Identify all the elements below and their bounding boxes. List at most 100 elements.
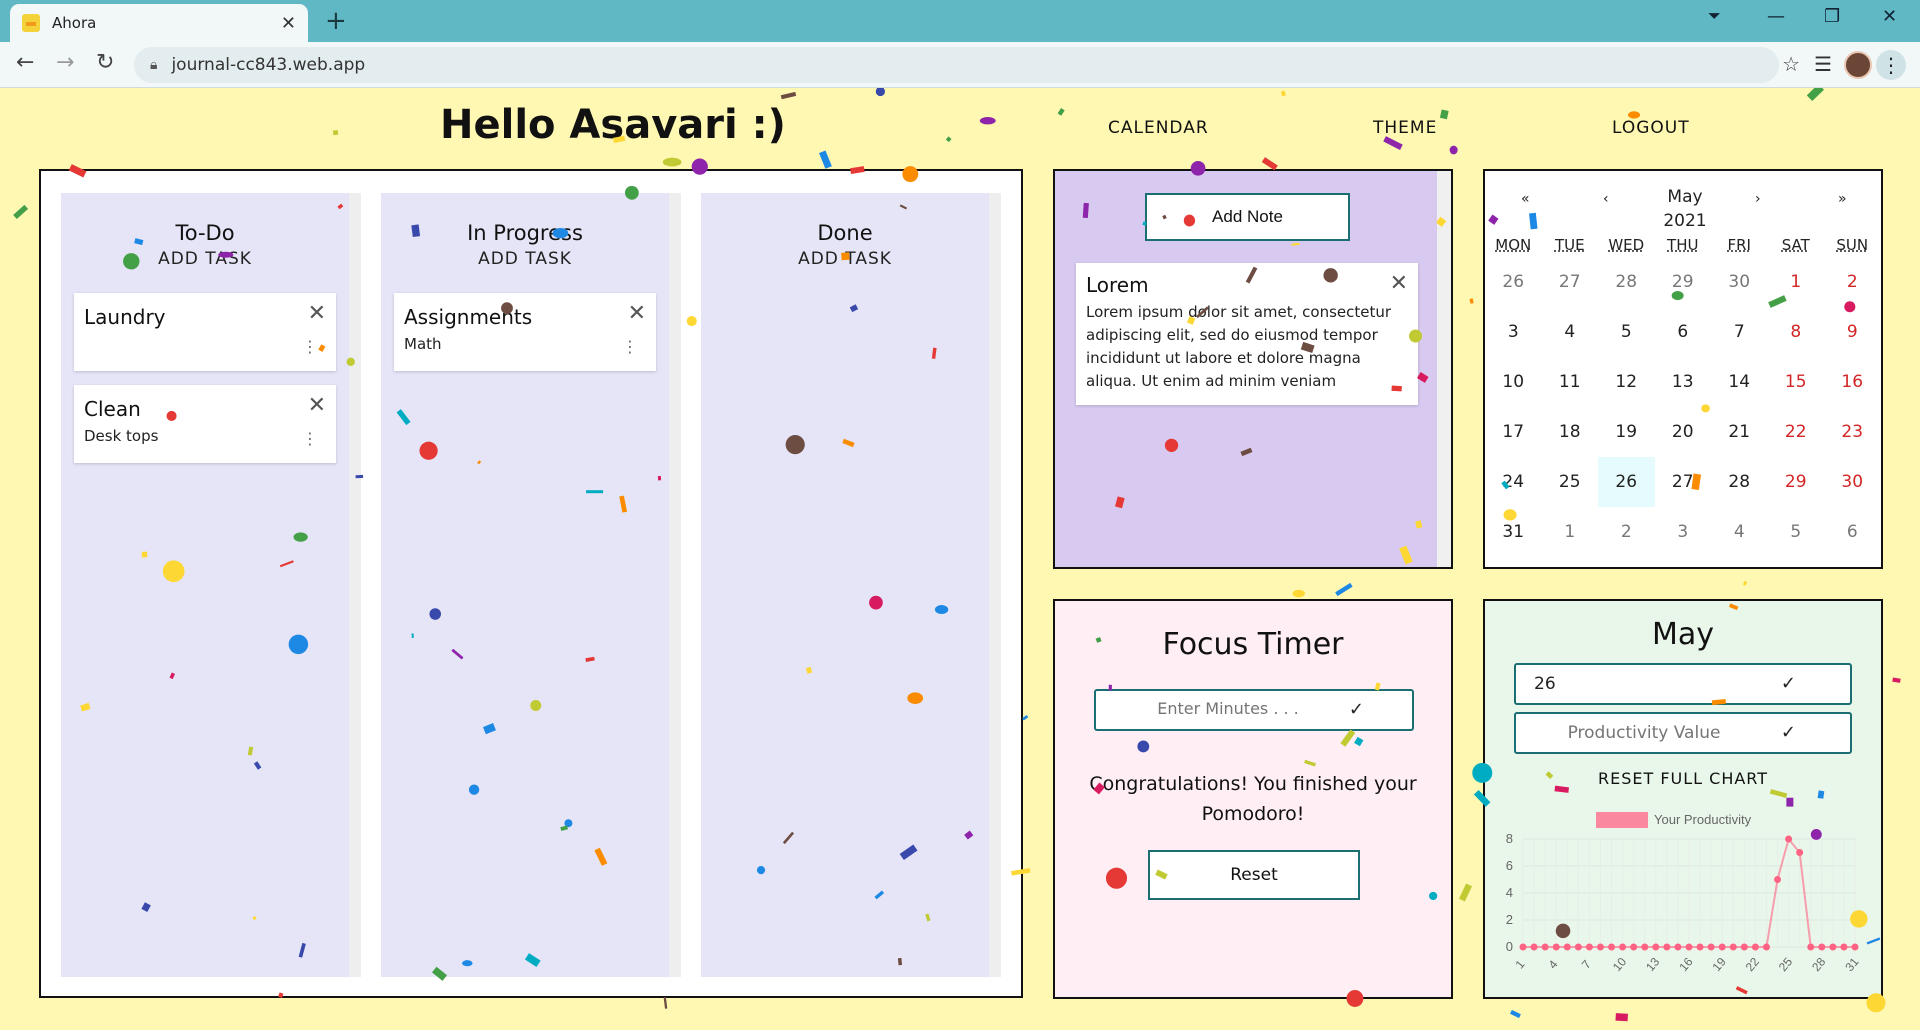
calendar-day[interactable]: 29 [1768, 457, 1825, 507]
url-text: journal-cc843.web.app [171, 55, 366, 75]
column-scrollbar[interactable] [989, 193, 1001, 977]
calendar-day[interactable]: 7 [1711, 307, 1768, 357]
nav-theme-link[interactable]: THEME [1373, 118, 1437, 138]
calendar-day[interactable]: 27 [1655, 457, 1712, 507]
add-task-button[interactable]: ADD TASK [61, 249, 349, 269]
calendar-day[interactable]: 30 [1711, 257, 1768, 307]
calendar-day[interactable]: 4 [1542, 307, 1599, 357]
calendar-month-label[interactable]: May 2021 [1645, 185, 1725, 233]
nav-logout-link[interactable]: LOGOUT [1612, 118, 1690, 138]
calendar-day[interactable]: 9 [1824, 307, 1881, 357]
calendar-day[interactable]: 29 [1655, 257, 1712, 307]
calendar-day[interactable]: 2 [1824, 257, 1881, 307]
forward-icon[interactable]: → [56, 50, 74, 75]
calendar-day[interactable]: 22 [1768, 407, 1825, 457]
delete-task-icon[interactable]: ✕ [628, 301, 646, 326]
calendar-day[interactable]: 1 [1542, 507, 1599, 557]
column-scrollbar[interactable] [669, 193, 681, 977]
task-menu-icon[interactable]: ⋮ [622, 337, 638, 356]
calendar-day[interactable]: 6 [1824, 507, 1881, 557]
prev-year-button[interactable]: « [1521, 191, 1530, 207]
calendar-day[interactable]: 24 [1485, 457, 1542, 507]
bookmark-star-icon[interactable]: ☆ [1782, 52, 1800, 76]
calendar-day[interactable]: 17 [1485, 407, 1542, 457]
submit-minutes-check-icon[interactable]: ✓ [1349, 699, 1364, 720]
reload-icon[interactable]: ↻ [96, 50, 114, 75]
reset-timer-button[interactable]: Reset [1148, 850, 1360, 900]
calendar-day[interactable]: 2 [1598, 507, 1655, 557]
y-tick-label: 4 [1506, 885, 1513, 900]
calendar-day[interactable]: 26 [1485, 257, 1542, 307]
tab-search-icon[interactable]: ⏷ [1708, 6, 1721, 26]
calendar-grid: MON TUE WED THU FRI SAT SUN 26 27 28 29 30 1 2 3 4 5 6 7 8 9… [1485, 233, 1881, 557]
reading-list-icon[interactable]: ☰ [1814, 52, 1832, 76]
calendar-day[interactable]: 3 [1485, 307, 1542, 357]
data-point [1519, 943, 1527, 951]
calendar-day[interactable]: 20 [1655, 407, 1712, 457]
calendar-day[interactable]: 1 [1768, 257, 1825, 307]
back-icon[interactable]: ← [16, 50, 34, 75]
x-tick-label: 16 [1676, 955, 1696, 974]
add-note-button[interactable]: Add Note [1145, 193, 1350, 241]
next-year-button[interactable]: » [1838, 191, 1847, 207]
nav-calendar-link[interactable]: CALENDAR [1108, 118, 1209, 138]
y-tick-label: 8 [1506, 831, 1513, 846]
calendar-day[interactable]: 6 [1655, 307, 1712, 357]
calendar-day[interactable]: 15 [1768, 357, 1825, 407]
next-month-button[interactable]: › [1755, 191, 1761, 207]
task-card[interactable]: Clean Desk tops ✕ ⋮ [74, 385, 336, 463]
prev-month-button[interactable]: ‹ [1603, 191, 1609, 207]
calendar-day[interactable]: 23 [1824, 407, 1881, 457]
address-bar[interactable]: 🔒︎ journal-cc843.web.app [134, 47, 1779, 83]
task-card[interactable]: Laundry ✕ ⋮ [74, 293, 336, 371]
task-menu-icon[interactable]: ⋮ [302, 337, 318, 356]
confetti-piece [1459, 883, 1472, 902]
notes-scrollbar[interactable] [1437, 171, 1451, 567]
calendar-day[interactable]: 27 [1542, 257, 1599, 307]
browser-menu-icon[interactable]: ⋮ [1876, 50, 1906, 80]
productivity-chart: Your Productivity 0 2 4 6 8 1 4 7 10 13 16 19 22 25 28 3… [1506, 812, 1862, 974]
calendar-day[interactable]: 8 [1768, 307, 1825, 357]
restore-button[interactable]: ❐ [1824, 6, 1840, 27]
calendar-day[interactable]: 18 [1542, 407, 1599, 457]
minutes-input[interactable] [1108, 699, 1348, 718]
calendar-day[interactable]: 28 [1711, 457, 1768, 507]
column-done: Done ADD TASK [701, 193, 1001, 977]
profile-avatar[interactable] [1844, 51, 1872, 79]
calendar-day[interactable]: 10 [1485, 357, 1542, 407]
task-menu-icon[interactable]: ⋮ [302, 429, 318, 448]
greeting-heading: Hello Asavari :) [440, 102, 786, 148]
calendar-day[interactable]: 11 [1542, 357, 1599, 407]
delete-note-icon[interactable]: ✕ [1390, 271, 1408, 296]
browser-tab[interactable]: Ahora ✕ [10, 4, 308, 42]
calendar-day[interactable]: 21 [1711, 407, 1768, 457]
calendar-day[interactable]: 26 [1598, 457, 1655, 507]
minimize-button[interactable]: — [1767, 6, 1785, 27]
calendar-day[interactable]: 14 [1711, 357, 1768, 407]
delete-task-icon[interactable]: ✕ [308, 301, 326, 326]
calendar-day[interactable]: 16 [1824, 357, 1881, 407]
calendar-day[interactable]: 31 [1485, 507, 1542, 557]
calendar-day[interactable]: 13 [1655, 357, 1712, 407]
calendar-day[interactable]: 5 [1768, 507, 1825, 557]
column-scrollbar[interactable] [349, 193, 361, 977]
window-close-button[interactable]: ✕ [1882, 6, 1897, 27]
timer-title: Focus Timer [1162, 627, 1344, 662]
task-card[interactable]: Assignments Math ✕ ⋮ [394, 293, 656, 371]
calendar-day[interactable]: 4 [1711, 507, 1768, 557]
calendar-day[interactable]: 28 [1598, 257, 1655, 307]
calendar-day[interactable]: 19 [1598, 407, 1655, 457]
calendar-day[interactable]: 3 [1655, 507, 1712, 557]
calendar-day[interactable]: 5 [1598, 307, 1655, 357]
calendar-day[interactable]: 25 [1542, 457, 1599, 507]
data-point [1707, 943, 1715, 951]
add-task-button[interactable]: ADD TASK [381, 249, 669, 269]
calendar-day[interactable]: 12 [1598, 357, 1655, 407]
column-title: To-Do [175, 221, 235, 245]
new-tab-button[interactable]: + [325, 6, 347, 36]
delete-task-icon[interactable]: ✕ [308, 393, 326, 418]
tab-close-icon[interactable]: ✕ [281, 13, 296, 34]
add-task-button[interactable]: ADD TASK [701, 249, 989, 269]
calendar-day[interactable]: 30 [1824, 457, 1881, 507]
note-card[interactable]: Lorem Lorem ipsum dolor sit amet, consec… [1076, 263, 1418, 405]
